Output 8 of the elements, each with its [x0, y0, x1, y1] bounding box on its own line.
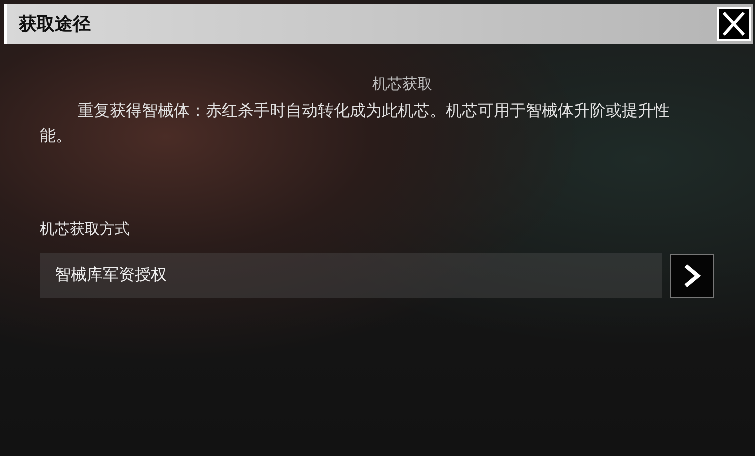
go-button[interactable] — [670, 254, 714, 298]
info-description: 重复获得智械体：赤红杀手时自动转化成为此机芯。机芯可用于智械体升阶或提升性能。 — [40, 100, 671, 147]
window-title: 获取途径 — [19, 13, 91, 36]
info-heading: 机芯获取 — [372, 74, 434, 94]
source-item[interactable]: 智械库军资授权 — [40, 253, 662, 298]
close-button[interactable] — [717, 7, 751, 41]
chevron-right-icon — [682, 264, 702, 288]
section-label: 机芯获取方式 — [40, 220, 131, 239]
